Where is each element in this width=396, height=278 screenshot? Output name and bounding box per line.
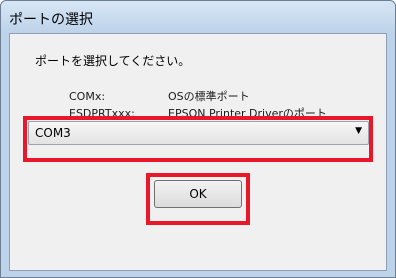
prompt-text: ポートを選択してください。 [35,54,191,68]
port-select-dropdown[interactable]: COM3 ▼ [28,121,369,145]
port-legend-row: COMx: OSの標準ポート [69,88,327,105]
port-selection-dialog: ポートの選択 ポートを選択してください。 COMx: OSの標準ポート ESDP… [0,0,396,278]
port-name: COMx: [69,90,106,103]
window-title: ポートの選択 [9,12,93,28]
title-bar: ポートの選択 [1,1,395,33]
port-description: OSの標準ポート [168,90,250,103]
ok-button[interactable]: OK [154,180,242,208]
chevron-down-icon: ▼ [355,126,362,136]
port-select-value: COM3 [35,126,71,140]
